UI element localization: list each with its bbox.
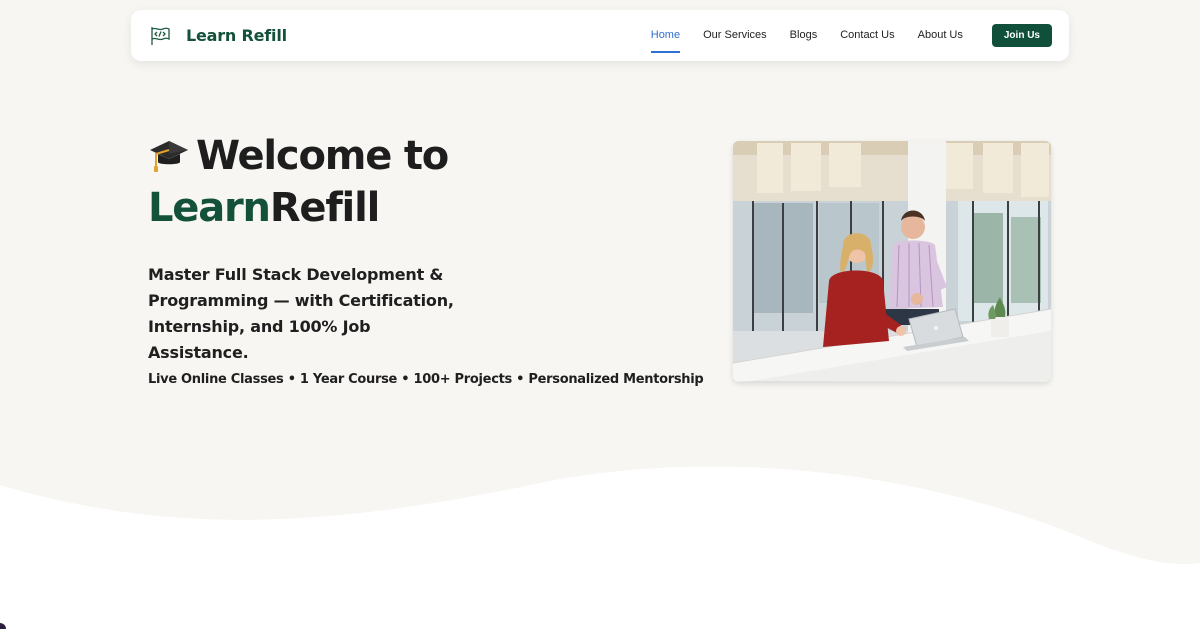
join-us-button[interactable]: Join Us bbox=[991, 24, 1052, 47]
nav-link-blogs[interactable]: Blogs bbox=[790, 10, 818, 61]
graduation-cap-icon bbox=[150, 141, 188, 172]
brand-name: Learn Refill bbox=[186, 26, 287, 45]
hero-photo bbox=[733, 141, 1051, 382]
nav-link-about-us[interactable]: About Us bbox=[918, 10, 963, 61]
nav-link-contact-us[interactable]: Contact Us bbox=[840, 10, 894, 61]
hero-features: Live Online Classes • 1 Year Course • 10… bbox=[148, 372, 704, 387]
hero-title-refill: Refill bbox=[269, 185, 380, 231]
nav-links: Home Our Services Blogs Contact Us About… bbox=[650, 10, 963, 61]
hero-subtitle: Master Full Stack Development & Programm… bbox=[148, 265, 454, 362]
code-flag-icon bbox=[151, 26, 170, 45]
brand-logo[interactable]: Learn Refill bbox=[148, 24, 287, 48]
navbar: Learn Refill Home Our Services Blogs Con… bbox=[131, 10, 1069, 61]
hero-title-learn: Learn bbox=[148, 185, 271, 231]
nav-link-home[interactable]: Home bbox=[650, 10, 681, 61]
hero-title: Welcome to LearnRefill bbox=[148, 130, 449, 234]
nav-link-our-services[interactable]: Our Services bbox=[703, 10, 767, 61]
hero-title-line1: Welcome to bbox=[196, 133, 449, 179]
hero-wave-divider bbox=[0, 466, 1200, 629]
